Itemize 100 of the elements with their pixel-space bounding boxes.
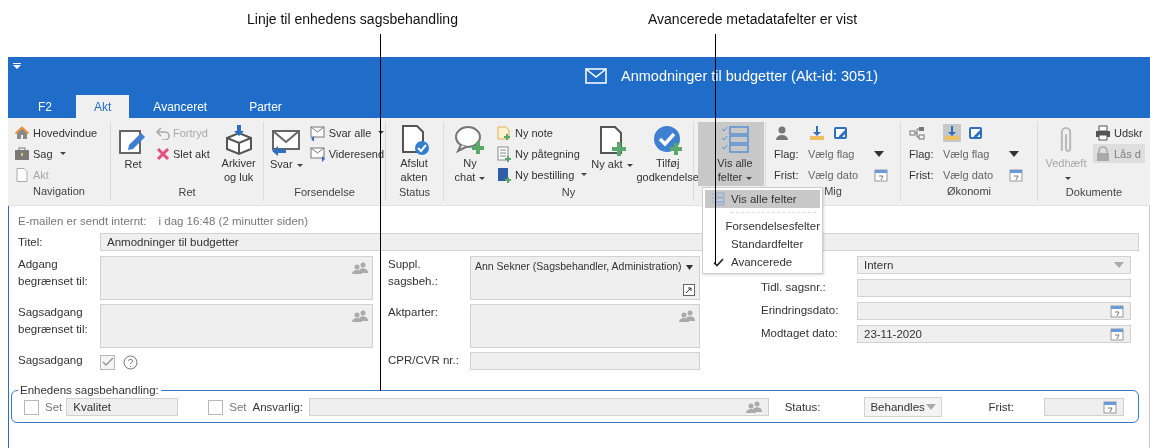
menu-item[interactable]: Avancerede [705,253,820,271]
house-icon [14,124,30,141]
annotation-label: Avancerede metadatafelter er vist [648,11,858,27]
ribbon-button[interactable]: Slet akt [154,144,212,163]
group-label: Mig [824,185,842,199]
ribbon-tab[interactable]: Avanceret [135,95,226,118]
checkbox-label: Set [45,401,63,413]
info-value: i dag 16:48 (2 minutter siden) [158,215,309,227]
deadline-label: Frist: [909,169,935,181]
input-field[interactable]: Kvalitet [66,398,179,416]
people-select-field[interactable]: Ann Sekner (Sagsbehandler, Administration) [470,256,700,300]
calendar-icon [874,168,888,182]
date-field[interactable] [857,302,1131,320]
person-icon [774,125,790,141]
calendar-icon [1110,304,1124,318]
ribbon-tab[interactable]: Parter [231,95,300,118]
annotation-label: Linje til enhedens sagsbehandling [247,11,458,27]
cross-icon [156,146,170,161]
ribbon-button[interactable]: Svar alle [307,123,387,142]
group-label: Ret [178,186,196,200]
ribbon-button[interactable]: Ny bestilling [494,165,590,184]
expand-icon [683,284,695,296]
help-icon[interactable] [123,354,138,370]
flag-dropdown[interactable]: Vælg flag [808,148,866,160]
date-field[interactable]: 23-11-2020 [857,325,1131,343]
deadline-label: Frist: [774,169,800,181]
people-icon [352,309,368,323]
ribbon-button[interactable]: Arkiver og luk [214,122,263,186]
group-label: Navigation [33,185,85,199]
quick-access-icon[interactable] [13,63,21,69]
list-document-icon [496,145,512,162]
envelope-icon [309,124,326,141]
field-list-icon [719,124,751,156]
people-field[interactable] [100,304,373,348]
edit-icon [833,125,849,141]
field-label: Suppl. sagsbeh.: [388,257,439,289]
field-label: Aktparter: [388,305,439,320]
ribbon-button[interactable]: Udskr [1093,123,1145,142]
flag-dropdown[interactable]: Vælg flag [943,148,1001,160]
field-label: Modtaget dato: [761,326,839,341]
people-field[interactable] [309,398,769,416]
briefcase-icon [14,145,30,162]
field-label: Adgang begrænset til: [18,257,89,289]
dropdown-arrow-icon[interactable] [874,151,884,157]
flag-label: Flag: [909,148,935,160]
ribbon-button[interactable]: Sag [12,144,100,163]
checkbox[interactable] [24,399,39,415]
field-label: Ansvarlig: [252,401,304,413]
check-circle-icon [651,124,684,156]
menu-item[interactable]: Vis alle felter [705,190,820,208]
select-field[interactable]: Intern [857,256,1131,274]
field-label: Sagsadgang begrænset til: [18,305,89,337]
ribbon-tab[interactable]: F2 [20,95,70,118]
menu-item[interactable]: Forsendelsesfelter [705,217,820,235]
people-field[interactable] [100,256,373,300]
calendar-icon [1110,327,1124,341]
download-icon [944,125,960,141]
info-label: E-mailen er sendt internt: [18,215,147,227]
document-icon [14,166,30,183]
select-field[interactable]: Behandles [864,397,943,417]
ribbon-button[interactable]: Ny akt [589,122,635,186]
ribbon-button[interactable]: Ret [115,122,151,186]
ribbon-button[interactable]: Vis alle felter [698,122,764,186]
checkbox[interactable] [100,354,115,370]
group-label: Dokumente [1065,186,1123,200]
ribbon-button[interactable]: Ny chat [446,122,494,186]
download-icon [809,125,825,141]
date-picker[interactable]: Vælg dato [808,169,866,181]
field-label: Tidl. sagsnr.: [761,280,827,295]
paperclip-icon [1060,127,1072,153]
input-field[interactable] [470,352,700,370]
edit-icon [968,125,984,141]
dropdown-arrow-icon[interactable] [1009,151,1019,157]
date-field[interactable] [1044,398,1124,416]
date-picker[interactable]: Vælg dato [943,169,1001,181]
ribbon-button[interactable]: Ny påtegning [494,144,590,163]
ribbon-button[interactable]: Afslut akten [390,122,438,186]
ribbon-button[interactable]: Svar [268,122,305,186]
checkbox[interactable] [208,399,224,415]
field-label: Titel: [18,234,44,250]
undo-icon [156,125,170,140]
group-label: Økonomi [947,185,991,199]
menu-item[interactable]: Standardfelter [705,235,820,253]
people-icon [352,261,368,275]
speech-bubble-icon [454,124,486,156]
people-icon [745,400,762,414]
input-field[interactable] [857,279,1131,297]
note-icon [496,124,512,141]
field-label: Erindringsdato: [761,303,840,318]
ribbon-button[interactable]: Hovedvindue [12,123,100,142]
ribbon-tab[interactable]: Akt [76,95,130,118]
caret-icon [685,265,693,270]
dropdown-arrow-icon [1114,262,1124,268]
nodes-icon [909,125,925,141]
envelope-icon [309,145,326,162]
people-field[interactable] [470,304,700,348]
field-label: Sagsadgang [18,353,84,368]
group-label: Forsendelse [294,186,355,200]
ribbon-button[interactable]: Ny note [494,123,590,142]
book-icon [496,166,512,183]
